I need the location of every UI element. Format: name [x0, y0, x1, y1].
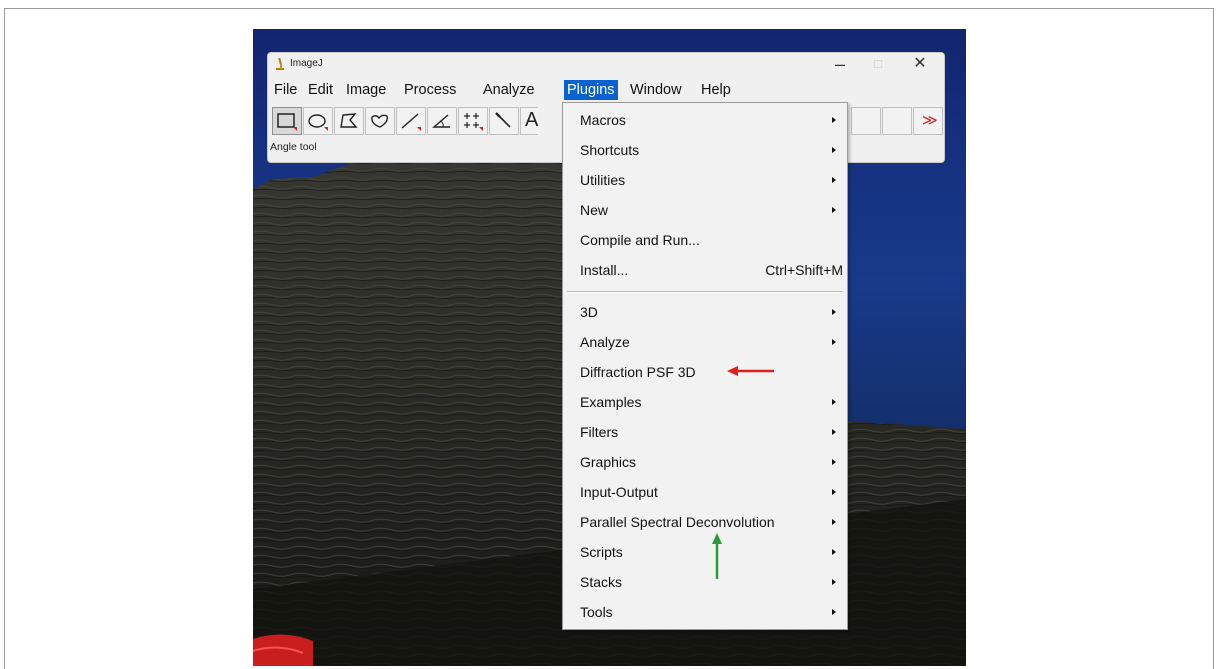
menu-item-graphics[interactable]: Graphics [563, 447, 847, 477]
menu-separator [567, 291, 843, 293]
multipoint-icon [464, 113, 483, 131]
menu-item-shortcuts[interactable]: Shortcuts [563, 135, 847, 165]
menu-item-compile-and-run[interactable]: Compile and Run... [563, 225, 847, 255]
menu-item-input-output[interactable]: Input-Output [563, 477, 847, 507]
plugins-menu: Macros Shortcuts Utilities New Compile a… [562, 102, 848, 630]
close-button[interactable]: ✕ [900, 53, 940, 75]
rectangle-tool[interactable] [272, 107, 302, 135]
submenu-arrow-icon [832, 117, 836, 123]
submenu-arrow-icon [832, 609, 836, 615]
more-tools-button[interactable]: ≫ [913, 107, 943, 135]
submenu-arrow-icon [832, 339, 836, 345]
menu-edit[interactable]: Edit [305, 80, 336, 100]
menu-item-new[interactable]: New [563, 195, 847, 225]
microscope-icon [276, 57, 284, 70]
angle-icon [432, 114, 450, 128]
text-tool[interactable]: A [520, 107, 538, 135]
submenu-arrow-icon [832, 309, 836, 315]
polygon-tool[interactable] [334, 107, 364, 135]
shortcut-label: Ctrl+Shift+M [765, 262, 843, 278]
menu-process[interactable]: Process [401, 80, 459, 100]
submenu-arrow-icon [832, 459, 836, 465]
wand-tool[interactable] [489, 107, 519, 135]
oval-icon [308, 114, 328, 131]
submenu-arrow-icon [832, 579, 836, 585]
menu-item-tools[interactable]: Tools [563, 597, 847, 627]
submenu-arrow-icon [832, 177, 836, 183]
menu-file[interactable]: File [271, 80, 300, 100]
status-bar: Angle tool [270, 141, 317, 153]
menu-help[interactable]: Help [698, 80, 734, 100]
green-arrow-icon [712, 533, 722, 579]
angle-tool[interactable] [427, 107, 457, 135]
toolbar-slot[interactable] [882, 107, 912, 135]
double-chevron-icon: ≫ [922, 112, 938, 129]
menu-item-install[interactable]: Install... Ctrl+Shift+M [563, 255, 847, 285]
submenu-arrow-icon [832, 489, 836, 495]
submenu-arrow-icon [832, 519, 836, 525]
menu-image[interactable]: Image [343, 80, 389, 100]
minimize-button[interactable]: – [820, 53, 860, 75]
polygon-icon [340, 113, 358, 128]
menu-item-examples[interactable]: Examples [563, 387, 847, 417]
window-title: ImageJ [290, 58, 323, 69]
wand-icon [495, 112, 511, 128]
submenu-arrow-icon [832, 549, 836, 555]
oval-tool[interactable] [303, 107, 333, 135]
submenu-arrow-icon [832, 429, 836, 435]
menu-item-filters[interactable]: Filters [563, 417, 847, 447]
line-icon [401, 113, 421, 131]
menu-item-scripts[interactable]: Scripts [563, 537, 847, 567]
menu-item-stacks[interactable]: Stacks [563, 567, 847, 597]
menu-bar: File Edit Image Process Analyze Plugins … [268, 80, 944, 102]
menu-window[interactable]: Window [627, 80, 685, 100]
menu-item-analyze[interactable]: Analyze [563, 327, 847, 357]
menu-item-macros[interactable]: Macros [563, 105, 847, 135]
menu-item-utilities[interactable]: Utilities [563, 165, 847, 195]
rectangle-icon [277, 113, 297, 131]
red-arrow-icon [727, 366, 774, 376]
submenu-arrow-icon [832, 147, 836, 153]
title-bar[interactable]: ImageJ – □ ✕ [268, 53, 944, 75]
freehand-tool[interactable] [365, 107, 395, 135]
submenu-arrow-icon [832, 207, 836, 213]
maximize-button[interactable]: □ [858, 53, 898, 75]
menu-plugins[interactable]: Plugins [564, 80, 618, 100]
freehand-icon [371, 114, 389, 128]
menu-item-parallel-spectral-deconvolution[interactable]: Parallel Spectral Deconvolution [563, 507, 847, 537]
text-tool-glyph: A [525, 109, 538, 131]
line-tool[interactable] [396, 107, 426, 135]
toolbar-slot[interactable] [851, 107, 881, 135]
multipoint-tool[interactable] [458, 107, 488, 135]
submenu-arrow-icon [832, 399, 836, 405]
menu-analyze[interactable]: Analyze [480, 80, 538, 100]
menu-item-3d[interactable]: 3D [563, 297, 847, 327]
menu-item-diffraction-psf-3d[interactable]: Diffraction PSF 3D [563, 357, 847, 387]
